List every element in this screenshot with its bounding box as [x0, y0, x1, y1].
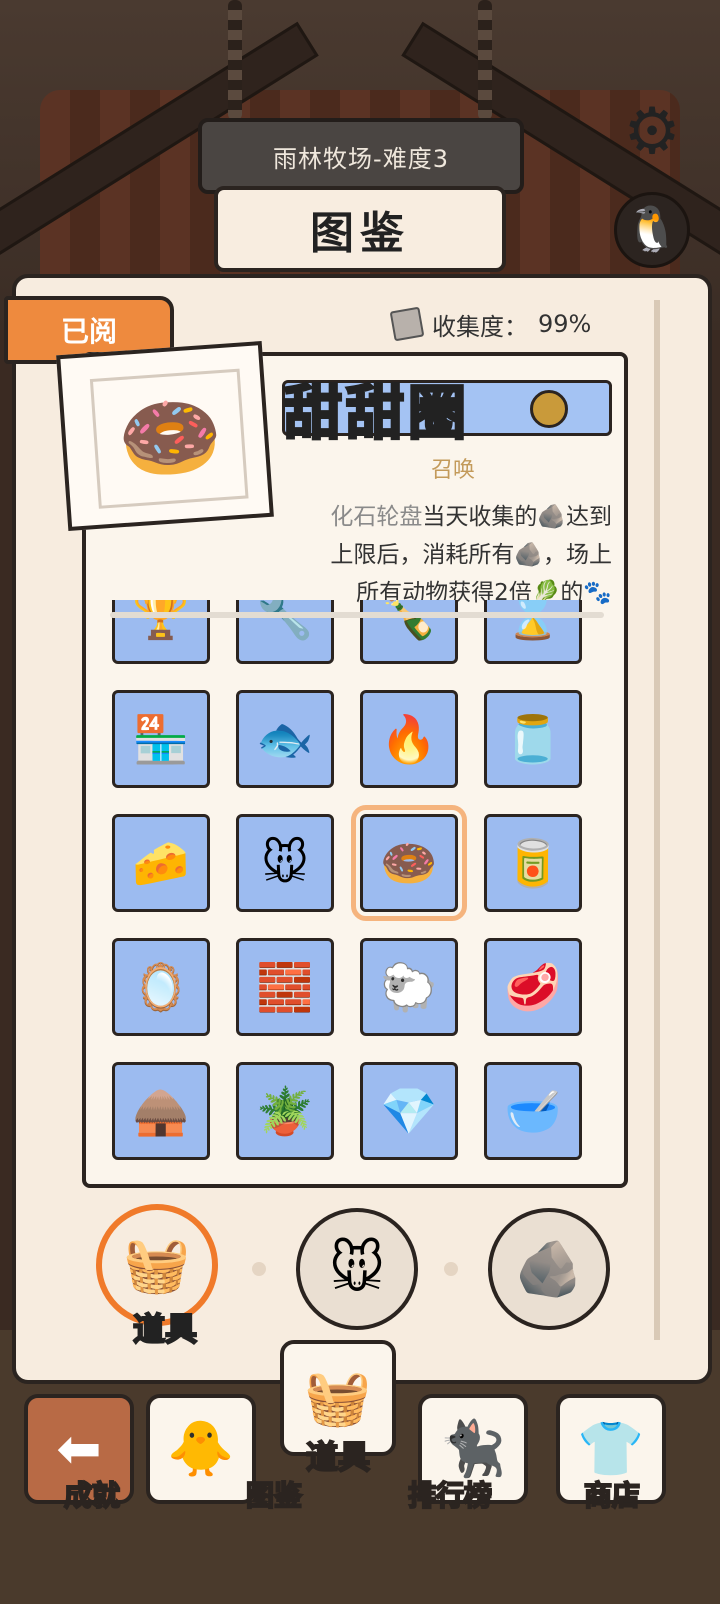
donut-icon: 🍩	[114, 385, 227, 491]
mirror-icon: 🪞	[132, 960, 190, 1014]
avatar[interactable]: 🐧	[614, 192, 690, 268]
tab-separator	[252, 1262, 266, 1276]
fish-stand-icon: 🐟	[256, 712, 314, 766]
level-title: 雨林牧场-难度3	[198, 118, 524, 194]
collection-progress: 收集度： 99%	[389, 306, 592, 342]
tab-separator	[444, 1262, 458, 1276]
paw-icon: 🐾	[583, 580, 612, 606]
back-arrow-icon: ⬅	[56, 1417, 102, 1480]
collection-label: 收集度：	[432, 312, 528, 341]
item-tile[interactable]: 🏆	[112, 600, 210, 664]
building-block-icon: 🧱	[256, 960, 314, 1014]
item-description: 化石轮盘当天收集的🪨达到 上限后，消耗所有🪨，场上 所有动物获得2倍🥬的🐾	[292, 498, 612, 612]
page-title: 图鉴	[214, 186, 506, 272]
item-grid: 🏆 🔧 🍾 ⌛ 🏪 🐟 🔥 🫙 🧀 🐭 🍩 🥫 🪞 🧱 🐑 🥩 🛖 🪴 💎 🥣	[112, 600, 582, 1170]
desc-text: ，场上	[543, 542, 612, 568]
item-tile[interactable]: 🍾	[360, 600, 458, 664]
skull-badge-icon	[530, 390, 568, 428]
nav-collection-label: 图鉴	[245, 1478, 303, 1513]
item-tile[interactable]: 🐭	[236, 814, 334, 912]
shirt-icon: 👕	[577, 1417, 645, 1480]
wrench-icon: 🔧	[256, 600, 314, 642]
item-preview-card: 🍩	[56, 341, 274, 531]
item-tile[interactable]: 🛖	[112, 1062, 210, 1160]
nav-items-label: 道具	[305, 1437, 371, 1477]
nuggets-icon: 🧀	[132, 836, 190, 890]
desc-text: 当天收集的	[422, 504, 538, 530]
tin-can-icon: 🥫	[504, 836, 562, 890]
seed-pot-icon: 🪴	[256, 1084, 314, 1138]
nav-ranking-label: 排行榜	[407, 1478, 493, 1513]
item-tile[interactable]: 🪞	[112, 938, 210, 1036]
nav-achievement-label: 成就	[63, 1478, 121, 1513]
collection-value: 99%	[538, 310, 592, 338]
detail-divider	[110, 612, 604, 618]
item-name: 甜甜圈	[282, 378, 471, 449]
steak-platter-icon: 🥩	[504, 960, 562, 1014]
crystal-icon: 💎	[380, 1084, 438, 1138]
rocks-icon: 🪨	[515, 1237, 583, 1300]
book-icon	[389, 306, 425, 342]
item-tile[interactable]: 🔧	[236, 600, 334, 664]
desc-text: 上限后，消耗所有	[330, 542, 515, 568]
basket-icon: 🧺	[123, 1233, 191, 1296]
item-category: 召唤	[430, 458, 475, 483]
jars-icon: 🫙	[504, 712, 562, 766]
item-tile[interactable]: ⌛	[484, 600, 582, 664]
item-tile[interactable]: 🧀	[112, 814, 210, 912]
thatch-hut-icon: 🛖	[132, 1084, 190, 1138]
item-tile[interactable]: 🍩	[351, 805, 467, 921]
chain-left	[228, 0, 242, 120]
nav-shop-label: 商店	[583, 1478, 641, 1513]
fossil-icon: 🪨	[537, 504, 566, 530]
basket-icon: 🧺	[304, 1366, 372, 1429]
mixing-bowl-icon: 🥣	[504, 1084, 562, 1138]
bottle-icon: 🍾	[380, 600, 438, 642]
item-tile[interactable]: 🥩	[484, 938, 582, 1036]
wind-up-mouse-icon: 🐭	[261, 836, 309, 890]
chick-icon: 🐥	[167, 1417, 235, 1480]
black-cat-icon: 🐈‍⬛	[439, 1417, 507, 1480]
item-tile[interactable]: 🫙	[484, 690, 582, 788]
item-tile[interactable]: 🐟	[236, 690, 334, 788]
chain-right	[478, 0, 492, 120]
item-tile[interactable]: 🏪	[112, 690, 210, 788]
sheep-hat-icon: 🐑	[380, 960, 438, 1014]
item-tile[interactable]: 🐑	[360, 938, 458, 1036]
penguin-icon: 🐧	[624, 204, 680, 255]
desc-text: 达到	[566, 504, 612, 530]
item-tile[interactable]: 💎	[360, 1062, 458, 1160]
desc-highlight: 化石轮盘	[330, 504, 423, 530]
donut-icon: 🍩	[380, 836, 438, 890]
fire-icon: 🔥	[380, 712, 438, 766]
item-grid-scroll[interactable]: 🏆 🔧 🍾 ⌛ 🏪 🐟 🔥 🫙 🧀 🐭 🍩 🥫 🪞 🧱 🐑 🥩 🛖 🪴 💎 🥣	[112, 600, 582, 1170]
item-tile[interactable]: 🪴	[236, 1062, 334, 1160]
shop-stall-icon: 🏪	[132, 712, 190, 766]
fossil-icon: 🪨	[514, 542, 543, 568]
book-spine	[654, 300, 660, 1340]
mouse-face-icon: 🐭	[328, 1237, 386, 1300]
item-tile[interactable]: 🔥	[360, 690, 458, 788]
item-tile[interactable]: 🥣	[484, 1062, 582, 1160]
item-tile[interactable]: 🥫	[484, 814, 582, 912]
item-tile[interactable]: 🧱	[236, 938, 334, 1036]
gear-icon[interactable]: ⚙	[620, 100, 684, 164]
hourglass-icon: ⌛	[504, 600, 562, 642]
tab-animals[interactable]: 🐭	[296, 1208, 418, 1330]
tab-items-label: 道具	[132, 1309, 198, 1349]
tab-fossils[interactable]: 🪨	[488, 1208, 610, 1330]
trophy-icon: 🏆	[132, 600, 190, 642]
